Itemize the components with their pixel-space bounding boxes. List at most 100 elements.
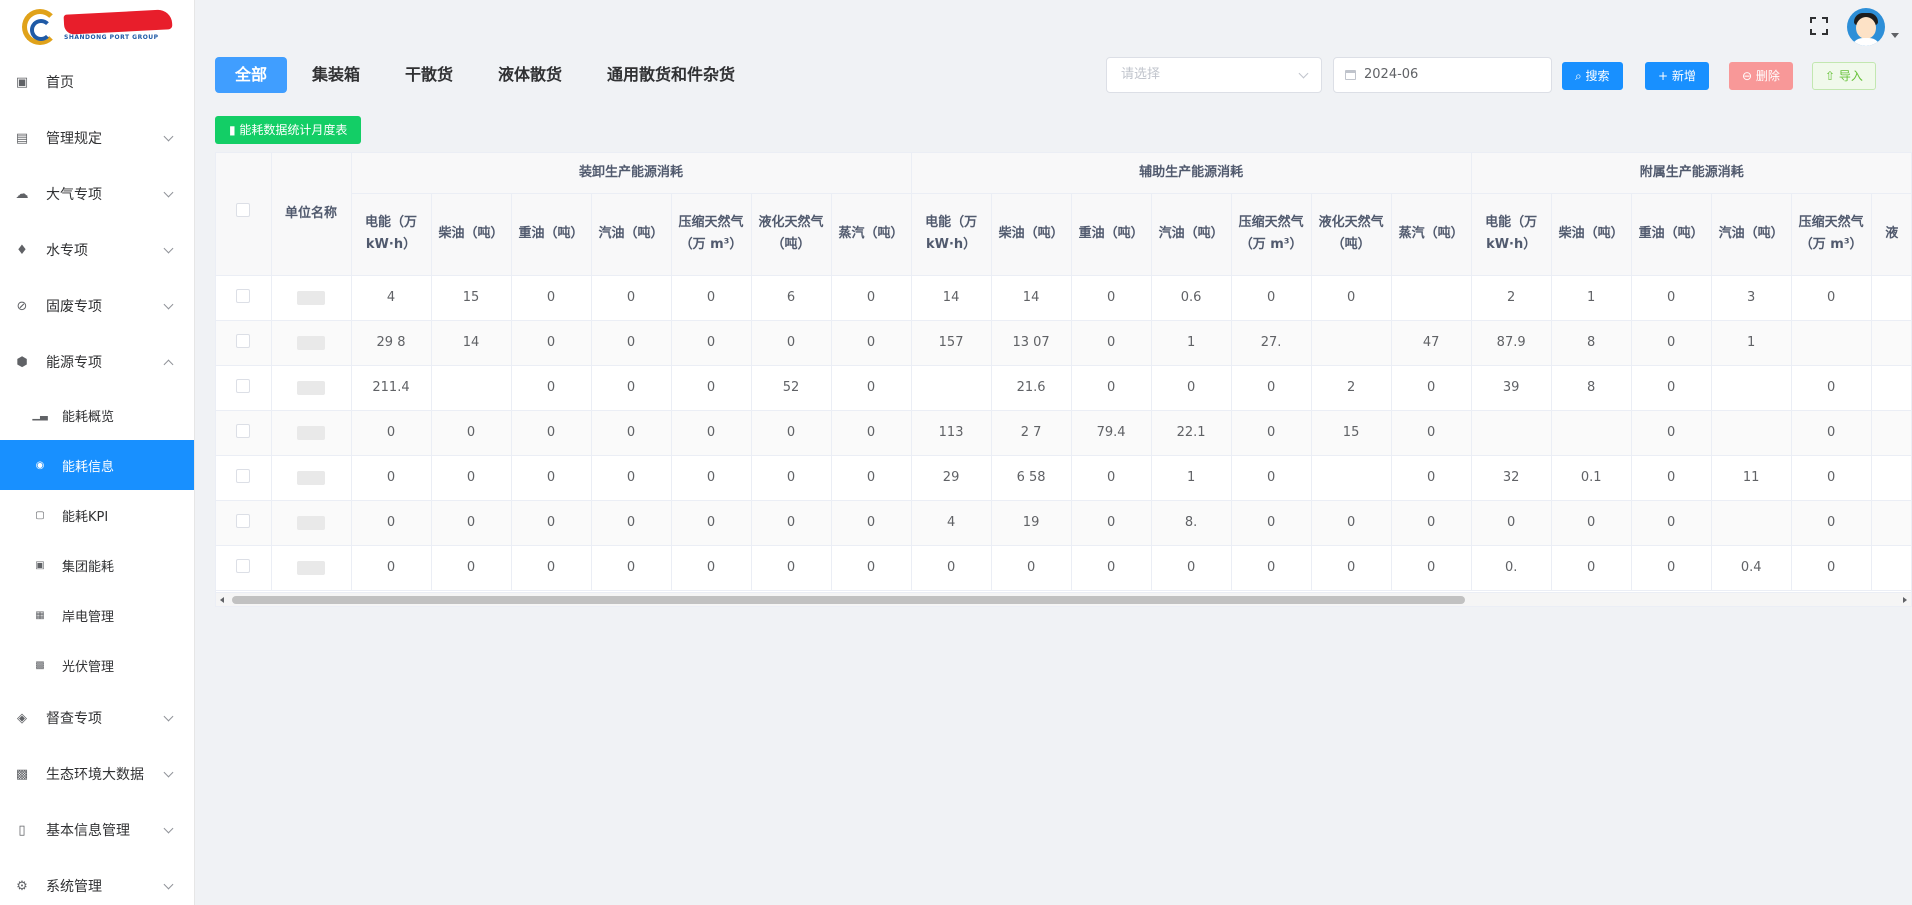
table-cell: 0 [831, 365, 912, 411]
redacted-unit-name [297, 335, 325, 350]
table-row[interactable]: 0 0 0 0 0 0 0 113 2 7 79.4 22.1 0 15 0 0 0 [216, 410, 1911, 456]
brand-logo: SHANDONG PORT GROUP [0, 0, 194, 54]
row-checkbox[interactable] [236, 288, 251, 303]
delete-button-label: 删除 [1755, 69, 1780, 83]
sidebar-item-solar[interactable]: ▩ 光伏管理 [0, 640, 194, 690]
sidebar-item-home[interactable]: ▣ 首页 [0, 54, 194, 110]
sidebar-item-energy-info[interactable]: ◉ 能耗信息 [0, 440, 194, 490]
sidebar-item-basic-info[interactable]: ▯ 基本信息管理 [0, 802, 194, 858]
table-row[interactable]: 211.4 0 0 0 52 0 21.6 0 0 0 2 0 39 8 0 0 [216, 365, 1911, 411]
table-cell: 15 [1311, 410, 1392, 456]
table-cell: 0 [671, 320, 752, 366]
table-cell: 6 58 [991, 455, 1072, 501]
table-cell: 14 [431, 320, 512, 366]
fullscreen-icon[interactable] [1810, 17, 1828, 35]
sidebar-item-shore-power[interactable]: ▦ 岸电管理 [0, 590, 194, 640]
table-cell: 0 [831, 500, 912, 546]
scroll-thumb[interactable] [232, 596, 1465, 604]
table-cell: 157 [911, 320, 992, 366]
table-cell: 0 [1631, 410, 1712, 456]
table-row[interactable]: 29 8 14 0 0 0 0 0 157 13 07 0 1 27. 47 87.9 8 0 1 [216, 320, 1911, 366]
table-cell: 0 [511, 365, 592, 411]
sidebar-item-label: 水专项 [46, 243, 88, 259]
column-header: 重油（吨） [1631, 193, 1712, 276]
table-cell: 2 [1311, 365, 1392, 411]
row-checkbox[interactable] [236, 378, 251, 393]
sidebar-item-energy[interactable]: ⬢ 能源专项 [0, 334, 194, 390]
sidebar-item-water[interactable]: ♦ 水专项 [0, 222, 194, 278]
table-cell [1871, 500, 1911, 546]
table-cell: 0 [1551, 545, 1632, 591]
sidebar-item-group-energy[interactable]: ▣ 集团能耗 [0, 540, 194, 590]
table-cell: 0.4 [1711, 545, 1792, 591]
table-cell: 0 [591, 320, 672, 366]
group-header-affiliated: 附属生产能源消耗 [1471, 153, 1911, 194]
row-select-cell [216, 455, 272, 501]
table-cell: 0 [351, 500, 432, 546]
sidebar-item-label: 大气专项 [46, 187, 102, 203]
table-cell: 1 [1151, 455, 1232, 501]
cloud-icon: ☁ [15, 186, 29, 202]
table-cell [1711, 365, 1792, 411]
table-cell: 0 [1151, 365, 1232, 411]
tab-general-cargo[interactable]: 通用散货和件杂货 [607, 57, 735, 93]
table-cell: 8 [1551, 365, 1632, 411]
column-header: 汽油（吨） [1151, 193, 1232, 276]
table-cell: 1 [1151, 320, 1232, 366]
sidebar-item-solid-waste[interactable]: ⊘ 固废专项 [0, 278, 194, 334]
select-all-cell [216, 153, 272, 276]
caret-down-icon[interactable] [1891, 33, 1899, 38]
table-cell: 14 [991, 275, 1072, 321]
sidebar-item-inspection[interactable]: ◈ 督查专项 [0, 690, 194, 746]
sidebar-item-energy-overview[interactable]: ▁▃ 能耗概览 [0, 390, 194, 440]
tab-all[interactable]: 全部 [215, 57, 288, 93]
search-button[interactable]: ⌕ 搜索 [1562, 62, 1623, 90]
tab-liquid-bulk[interactable]: 液体散货 [498, 57, 562, 93]
table-cell: 0 [1391, 455, 1472, 501]
chevron-up-icon [163, 359, 174, 370]
scroll-left-icon[interactable] [220, 597, 224, 603]
sidebar-item-system[interactable]: ⚙ 系统管理 [0, 858, 194, 905]
energy-table: 单位名称 装卸生产能源消耗 辅助生产能源消耗 附属生产能源消耗 电能（万 kW·… [215, 152, 1912, 607]
table-cell: 87.9 [1471, 320, 1552, 366]
sidebar-item-label: 能耗信息 [62, 459, 115, 475]
table-row[interactable]: 4 15 0 0 0 6 0 14 14 0 0.6 0 0 2 1 0 3 0 [216, 275, 1911, 321]
row-checkbox[interactable] [236, 423, 251, 438]
sidebar-item-label: 管理规定 [46, 131, 102, 147]
row-checkbox[interactable] [236, 333, 251, 348]
unit-name-cell [271, 455, 352, 501]
sidebar-item-eco-bigdata[interactable]: ▩ 生态环境大数据 [0, 746, 194, 802]
sidebar-item-label: 基本信息管理 [46, 823, 130, 839]
inspect-icon: ◈ [17, 710, 27, 726]
table-row[interactable]: 0 0 0 0 0 0 0 0 0 0 0 0 0 0 0. 0 0 0.4 0 [216, 545, 1911, 591]
import-button[interactable]: ⇧ 导入 [1812, 62, 1876, 90]
table-cell: 0 [511, 320, 592, 366]
table-row[interactable]: 0 0 0 0 0 0 0 4 19 0 8. 0 0 0 0 0 0 0 [216, 500, 1911, 546]
table-cell: 0 [591, 275, 672, 321]
table-cell: 11 [1711, 455, 1792, 501]
month-picker[interactable]: 2024-06 [1333, 57, 1552, 93]
row-checkbox[interactable] [236, 513, 251, 528]
table-row[interactable]: 0 0 0 0 0 0 0 29 6 58 0 1 0 0 32 0.1 0 11 0 [216, 455, 1911, 501]
toolbar: 全部 集装箱 干散货 液体散货 通用散货和件杂货 请选择 2024-06 ⌕ 搜… [215, 56, 1912, 96]
scroll-right-icon[interactable] [1903, 597, 1907, 603]
unit-select[interactable]: 请选择 [1106, 57, 1322, 93]
sidebar-item-regulations[interactable]: ▤ 管理规定 [0, 110, 194, 166]
book-icon: ▯ [18, 822, 26, 838]
sidebar-item-energy-kpi[interactable]: ▢ 能耗KPI [0, 490, 194, 540]
horizontal-scrollbar[interactable] [216, 592, 1911, 606]
row-checkbox[interactable] [236, 468, 251, 483]
sidebar-item-air[interactable]: ☁ 大气专项 [0, 166, 194, 222]
unit-name-cell [271, 275, 352, 321]
delete-button[interactable]: ⊖ 删除 [1729, 62, 1793, 90]
table-cell [1551, 410, 1632, 456]
select-all-checkbox[interactable] [236, 202, 251, 217]
add-button[interactable]: + 新增 [1645, 62, 1709, 90]
monthly-stat-button[interactable]: ▮ 能耗数据统计月度表 [215, 116, 362, 144]
table-cell: 0 [671, 500, 752, 546]
avatar[interactable] [1847, 8, 1885, 46]
tab-container[interactable]: 集装箱 [312, 57, 360, 93]
tab-dry-bulk[interactable]: 干散货 [405, 57, 453, 93]
table-cell: 0 [831, 275, 912, 321]
row-checkbox[interactable] [236, 558, 251, 573]
